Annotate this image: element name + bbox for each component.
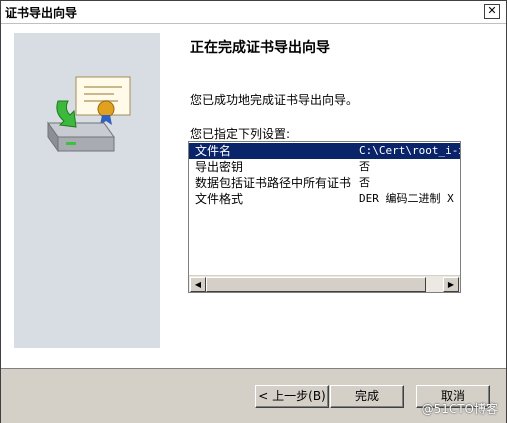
setting-value: DER 编码二进制 X: [359, 192, 454, 205]
scroll-right-icon[interactable]: ▶: [443, 277, 459, 292]
settings-listbox[interactable]: 文件名 C:\Cert\root_i-x 导出密钥 否 数据包括证书路径中所有证…: [188, 141, 461, 293]
list-item[interactable]: 数据包括证书路径中所有证书 否: [189, 175, 460, 191]
setting-key: 文件格式: [195, 192, 244, 206]
horizontal-scrollbar[interactable]: ◀ ▶: [189, 275, 460, 292]
success-message: 您已成功地完成证书导出向导。: [190, 93, 359, 107]
wizard-content: 正在完成证书导出向导 您已成功地完成证书导出向导。 您已指定下列设置: 文件名 …: [3, 24, 504, 367]
setting-key: 数据包括证书路径中所有证书: [195, 176, 352, 190]
finish-button[interactable]: 完成: [330, 385, 404, 408]
scroll-left-icon[interactable]: ◀: [190, 277, 206, 292]
setting-value: 否: [359, 160, 370, 173]
window-title: 证书导出向导: [5, 6, 78, 20]
back-button[interactable]: < 上一步(B): [255, 385, 329, 408]
close-button[interactable]: ✕: [484, 4, 500, 19]
certificate-export-icon: [47, 76, 131, 153]
settings-label: 您已指定下列设置:: [190, 127, 291, 141]
setting-value: 否: [359, 176, 370, 189]
list-item[interactable]: 导出密钥 否: [189, 159, 460, 175]
setting-value: C:\Cert\root_i-x: [359, 144, 461, 157]
wizard-window: 证书导出向导 ✕ 正在完成证书导出向导 您已成功地完成证书导出向导。 您已指定下…: [0, 0, 507, 423]
wizard-side-panel: [14, 33, 160, 348]
setting-key: 文件名: [195, 144, 232, 158]
scrollbar-thumb[interactable]: [206, 277, 426, 292]
list-item[interactable]: 文件格式 DER 编码二进制 X: [189, 191, 460, 207]
page-heading: 正在完成证书导出向导: [190, 40, 330, 56]
title-bar: 证书导出向导 ✕: [1, 1, 506, 24]
setting-key: 导出密钥: [195, 160, 244, 174]
button-bar: < 上一步(B) 完成 取消 @51CTO博客: [1, 368, 506, 423]
list-item[interactable]: 文件名 C:\Cert\root_i-x: [189, 143, 460, 159]
watermark: @51CTO博客: [421, 402, 498, 416]
